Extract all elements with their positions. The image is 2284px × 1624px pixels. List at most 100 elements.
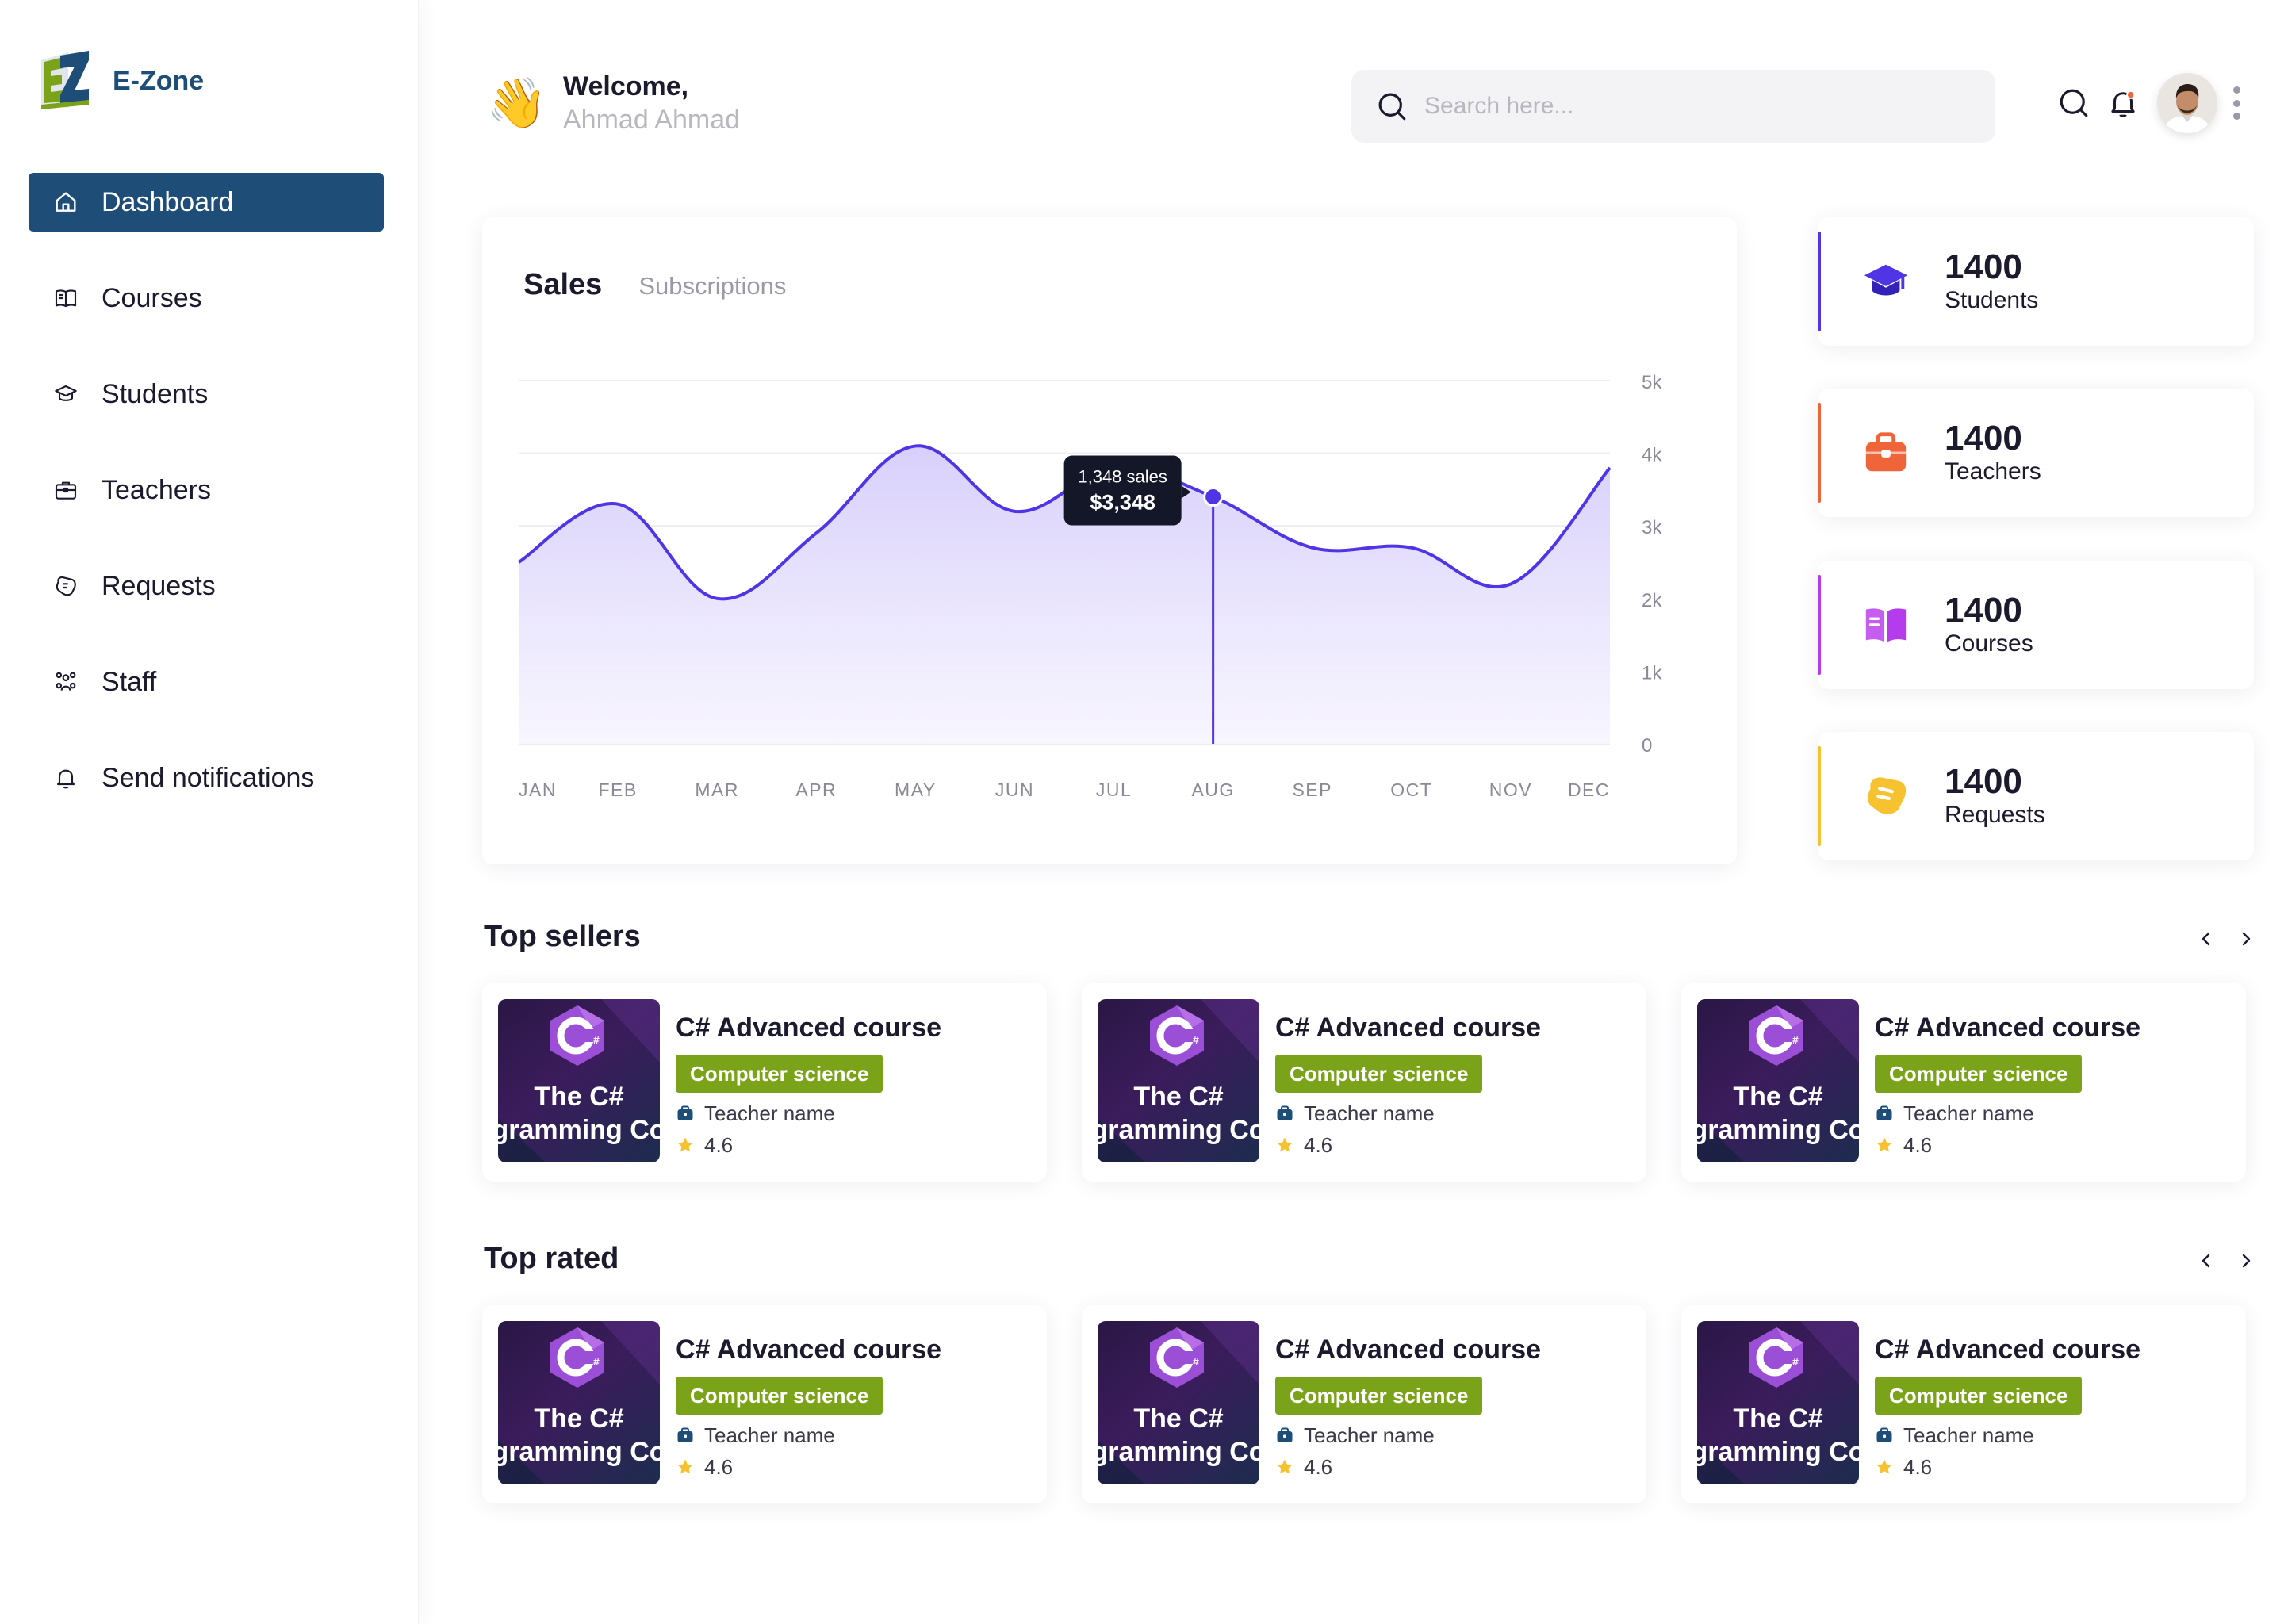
home-icon xyxy=(52,189,79,216)
rating-value: 4.6 xyxy=(1903,1132,1933,1157)
thumbnail-title: The C# xyxy=(534,1082,624,1112)
thumbnail-title: The C# xyxy=(1133,1404,1224,1434)
avatar[interactable] xyxy=(2157,73,2217,133)
thumbnail-subtitle: gramming Co xyxy=(498,1437,660,1467)
nav-item-teachers[interactable]: Teachers xyxy=(29,461,384,519)
course-title: C# Advanced course xyxy=(676,1013,942,1043)
thumbnail-subtitle: gramming Co xyxy=(498,1115,660,1145)
stat-text: 1400 Courses xyxy=(1945,592,2033,658)
course-card[interactable]: # The C# gramming Co C# Advanced course … xyxy=(1681,983,2246,1182)
nav-item-students[interactable]: Students xyxy=(29,365,384,423)
x-tick-label: JUL xyxy=(1096,779,1132,800)
category-badge: Computer science xyxy=(676,1055,883,1093)
star-icon xyxy=(1277,1459,1293,1474)
category-badge: Computer science xyxy=(1275,1055,1483,1093)
teacher-name: Teacher name xyxy=(1304,1101,1435,1125)
nav-item-dashboard[interactable]: Dashboard xyxy=(29,173,384,232)
book-icon xyxy=(1861,599,1911,650)
stat-card-requests[interactable]: 1400 Requests xyxy=(1818,732,2254,860)
thumbnail-subtitle: gramming Co xyxy=(1697,1115,1859,1145)
course-thumbnail: # The C# gramming Co xyxy=(1697,999,1859,1162)
brand-name: E-Zone xyxy=(113,65,205,96)
y-tick-label: 1k xyxy=(1642,662,1662,684)
brand[interactable]: E-Zone xyxy=(36,49,204,113)
briefcase-icon xyxy=(1861,427,1911,478)
waving-hand-icon: 👋 xyxy=(486,75,548,131)
nav-label: Staff xyxy=(102,666,157,697)
thumbnail-title: The C# xyxy=(1133,1082,1224,1112)
rating-value: 4.6 xyxy=(704,1454,734,1479)
stat-accent-bar xyxy=(1818,232,1821,331)
search-input[interactable] xyxy=(1424,93,1964,120)
course-card[interactable]: # The C# gramming Co C# Advanced course … xyxy=(1082,983,1646,1182)
stat-accent-bar xyxy=(1818,403,1821,503)
next-button[interactable] xyxy=(2232,925,2260,953)
stat-text: 1400 Requests xyxy=(1945,763,2045,829)
y-tick-label: 3k xyxy=(1642,517,1662,538)
sales-area-chart: 0 1k 2k 3k 4k 5k JAN FEB MAR APR MAY JUN JUL AUG SEP OC… xyxy=(517,372,1662,800)
nav-label: Students xyxy=(102,378,209,409)
stat-card-courses[interactable]: 1400 Courses xyxy=(1818,561,2254,689)
category-badge: Computer science xyxy=(1875,1377,2083,1415)
course-card[interactable]: # The C# gramming Co C# Advanced course … xyxy=(482,983,1047,1182)
svg-text:#: # xyxy=(593,1355,600,1368)
nav-item-requests[interactable]: Requests xyxy=(29,557,384,615)
stat-card-teachers[interactable]: 1400 Teachers xyxy=(1818,389,2254,517)
x-tick-label: DEC xyxy=(1568,779,1610,800)
thumbnail-title: The C# xyxy=(534,1404,624,1434)
star-icon xyxy=(1876,1459,1892,1474)
nav-label: Requests xyxy=(102,570,216,601)
course-card[interactable]: # The C# gramming Co C# Advanced course … xyxy=(1681,1305,2246,1503)
teacher-name: Teacher name xyxy=(1304,1423,1435,1447)
stat-value: 1400 xyxy=(1945,591,2022,630)
sales-chart-card: Sales Subscriptions 0 1k 2k 3k 4k 5k JAN FEB MAR… xyxy=(482,217,1737,864)
nav-label: Teachers xyxy=(102,474,211,505)
course-rating: 4.6 xyxy=(1275,1454,1541,1480)
rating-value: 4.6 xyxy=(1304,1132,1333,1157)
prev-button[interactable] xyxy=(2192,925,2221,953)
teacher-briefcase-icon xyxy=(677,1427,693,1442)
tooltip-amount: $3,348 xyxy=(1090,491,1155,515)
search-button[interactable] xyxy=(2056,85,2092,121)
category-badge: Computer science xyxy=(676,1377,883,1415)
thumbnail-subtitle: gramming Co xyxy=(1098,1115,1259,1145)
bell-icon xyxy=(52,764,79,791)
stat-label: Students xyxy=(1945,287,2039,313)
more-menu-icon[interactable] xyxy=(2228,85,2244,121)
search-icon xyxy=(2060,89,2088,117)
nav-item-courses[interactable]: Courses xyxy=(29,269,384,327)
course-thumbnail: # The C# gramming Co xyxy=(1098,1321,1259,1484)
course-rating: 4.6 xyxy=(1875,1132,2140,1158)
x-tick-label: JAN xyxy=(519,779,557,800)
rating-value: 4.6 xyxy=(1903,1454,1933,1479)
book-icon xyxy=(52,285,79,312)
nav-label: Dashboard xyxy=(102,186,234,217)
x-tick-label: MAY xyxy=(895,779,937,800)
nav-item-staff[interactable]: Staff xyxy=(29,653,384,711)
stat-card-students[interactable]: 1400 Students xyxy=(1818,217,2254,346)
star-icon xyxy=(677,1137,693,1152)
top-sellers-pager xyxy=(2181,925,2260,953)
teacher-briefcase-icon xyxy=(1277,1105,1293,1120)
course-teacher: Teacher name xyxy=(1275,1423,1541,1448)
thumbnail-title: The C# xyxy=(1733,1082,1823,1112)
next-button[interactable] xyxy=(2232,1247,2260,1275)
y-tick-label: 0 xyxy=(1642,735,1652,756)
course-thumbnail: # The C# gramming Co xyxy=(1098,999,1259,1162)
course-title: C# Advanced course xyxy=(1875,1335,2141,1365)
x-tick-label: SEP xyxy=(1292,779,1332,800)
notifications-button[interactable] xyxy=(2105,85,2141,121)
course-teacher: Teacher name xyxy=(1875,1101,2140,1126)
course-title: C# Advanced course xyxy=(676,1335,942,1365)
teacher-briefcase-icon xyxy=(1876,1105,1892,1120)
main-nav: Dashboard Courses Students Teachers Requ… xyxy=(29,173,384,845)
y-tick-label: 2k xyxy=(1642,590,1662,611)
star-icon xyxy=(677,1459,693,1474)
notification-bell-icon xyxy=(2111,90,2136,117)
y-tick-label: 5k xyxy=(1642,372,1662,393)
nav-item-send-notifications[interactable]: Send notifications xyxy=(29,749,384,807)
course-card[interactable]: # The C# gramming Co C# Advanced course … xyxy=(1082,1305,1646,1503)
course-title: C# Advanced course xyxy=(1275,1335,1542,1365)
course-card[interactable]: # The C# gramming Co C# Advanced course … xyxy=(482,1305,1047,1503)
prev-button[interactable] xyxy=(2192,1247,2221,1275)
